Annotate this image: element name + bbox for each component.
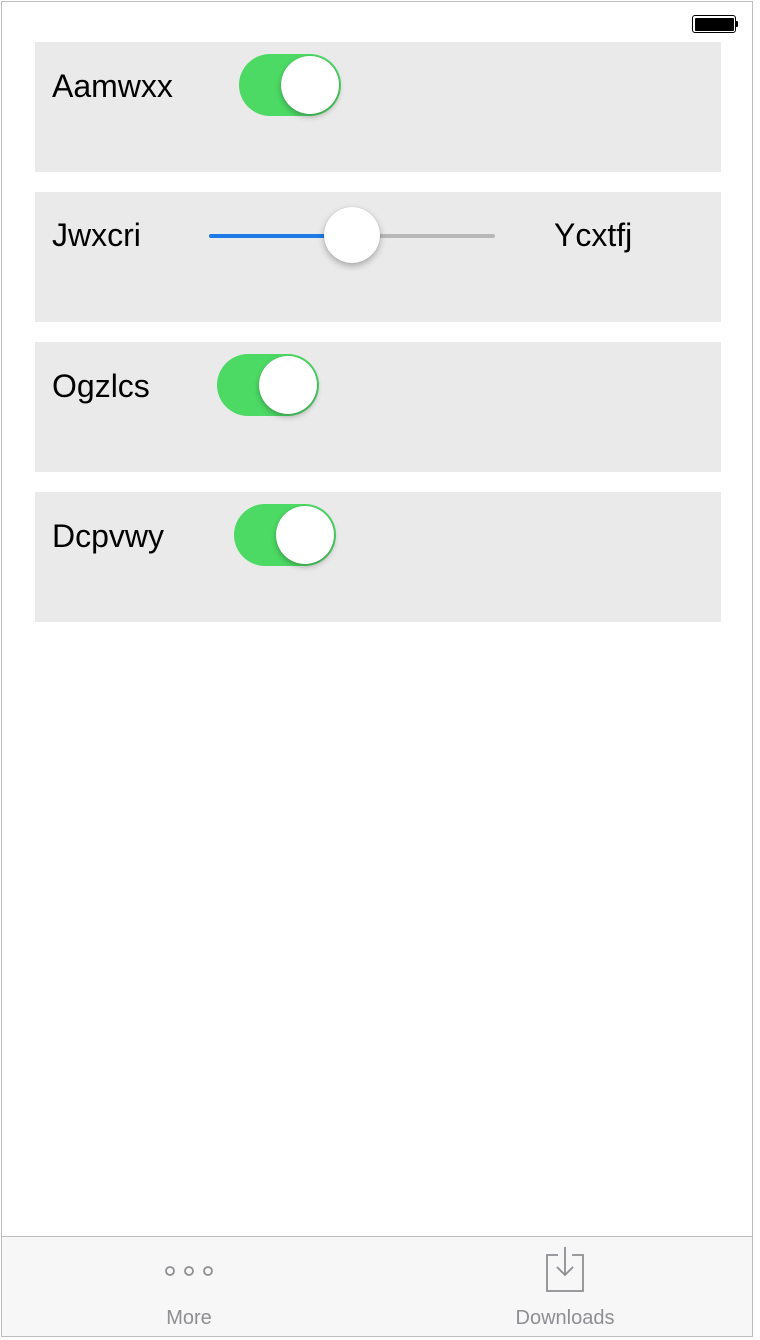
- tab-more[interactable]: More: [119, 1237, 259, 1336]
- slider-thumb[interactable]: [324, 207, 380, 263]
- slider-max-label: Ycxtfj: [554, 217, 633, 253]
- setting-row-dcpvwy: Dcpvwy: [35, 492, 721, 622]
- slider-min-label: Jwxcri: [52, 217, 141, 253]
- dcpvwy-toggle[interactable]: [234, 504, 336, 566]
- toggle-knob: [276, 506, 334, 564]
- setting-label: Dcpvwy: [52, 518, 165, 554]
- setting-row-aamwxx: Aamwxx: [35, 42, 721, 172]
- ogzlcs-toggle[interactable]: [217, 354, 319, 416]
- setting-label: Aamwxx: [52, 68, 173, 104]
- aamwxx-toggle[interactable]: [239, 54, 341, 116]
- setting-label: Ogzlcs: [52, 368, 150, 404]
- tab-bar: More Downloads: [2, 1236, 752, 1336]
- toggle-knob: [259, 356, 317, 414]
- app-screen: Aamwxx Jwxcri Ycxtfj Ogzlcs Dcpvwy More …: [1, 1, 753, 1337]
- setting-row-ogzlcs: Ogzlcs: [35, 342, 721, 472]
- toggle-knob: [281, 56, 339, 114]
- tab-more-label: More: [166, 1307, 212, 1329]
- tab-downloads-label: Downloads: [515, 1307, 615, 1329]
- jwxcri-slider[interactable]: [209, 206, 495, 266]
- setting-row-jwxcri: Jwxcri Ycxtfj: [35, 192, 721, 322]
- tab-downloads[interactable]: Downloads: [495, 1237, 635, 1336]
- more-icon: [165, 1266, 213, 1276]
- download-icon: [546, 1247, 584, 1292]
- battery-icon: [692, 15, 738, 33]
